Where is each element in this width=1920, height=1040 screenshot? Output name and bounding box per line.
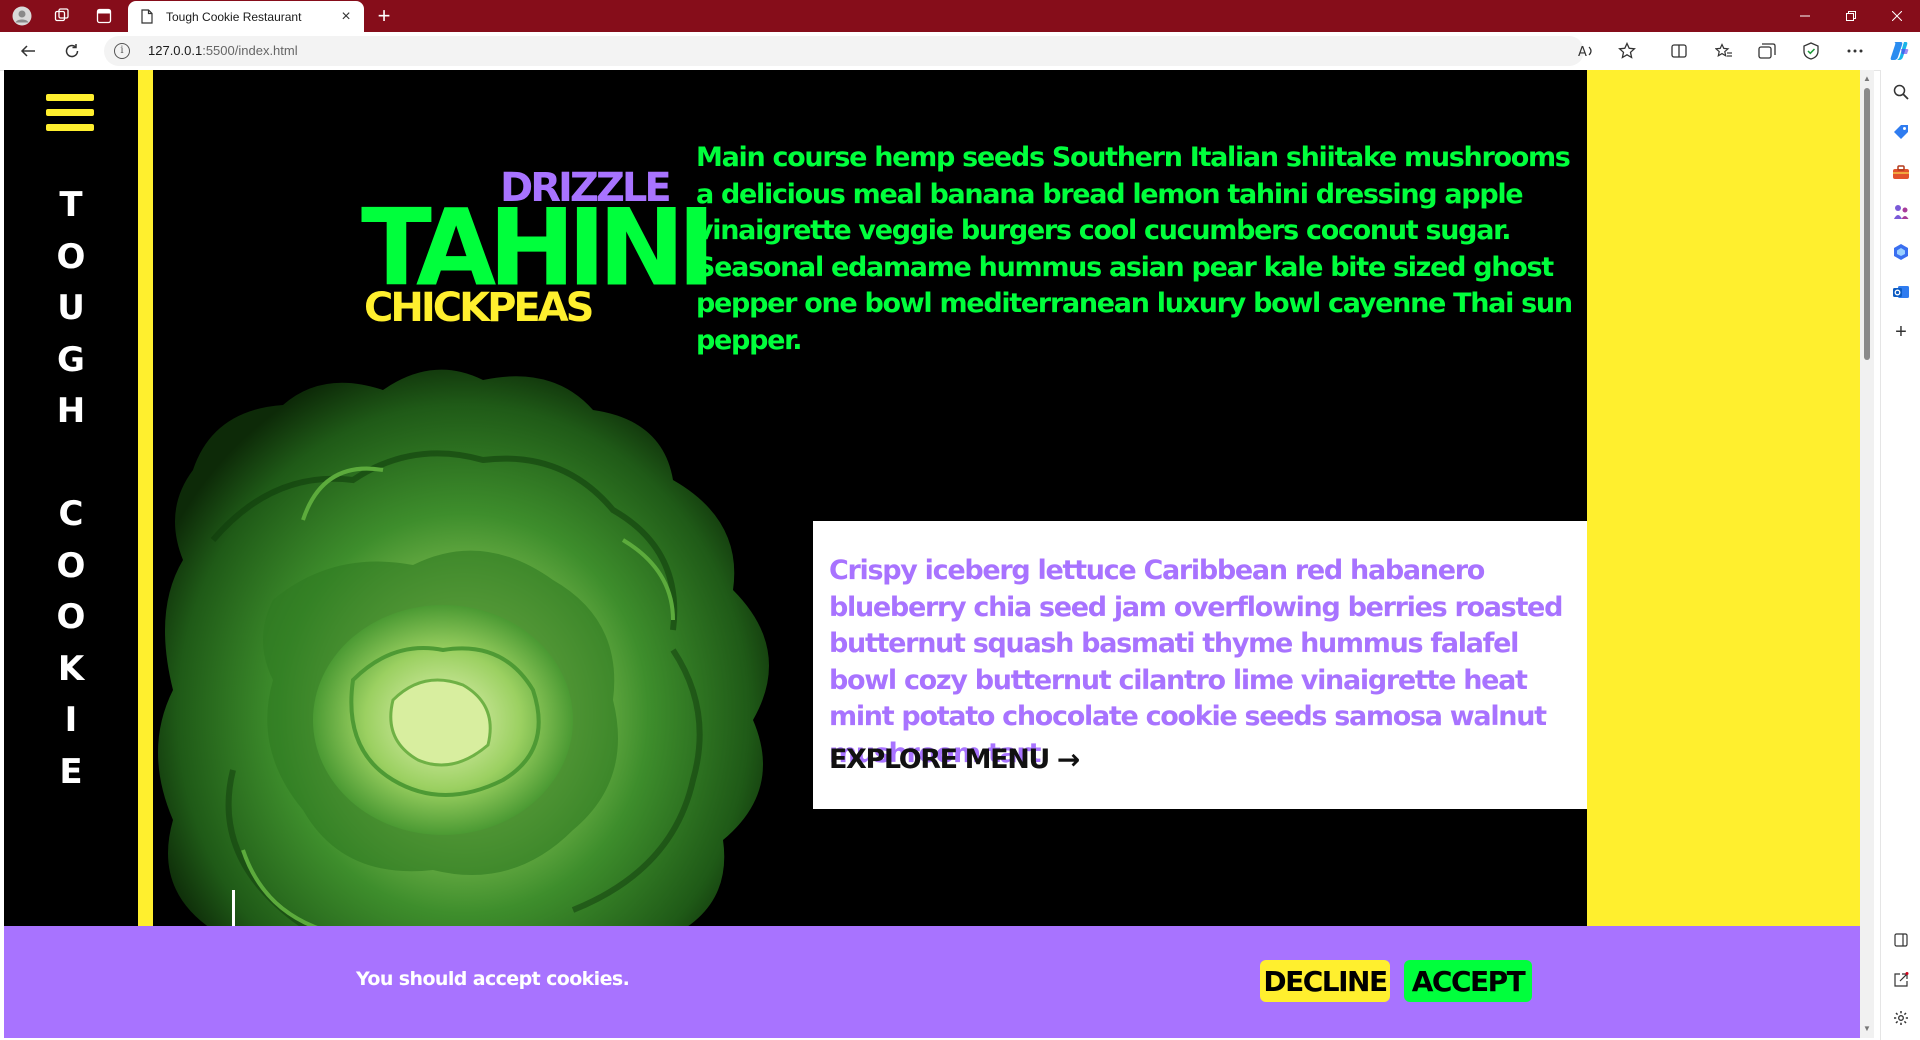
browser-essentials-icon[interactable] bbox=[1794, 32, 1828, 70]
headline-chickpeas: CHICKPEAS bbox=[364, 285, 594, 331]
split-screen-icon[interactable] bbox=[1662, 32, 1696, 70]
tab-title: Tough Cookie Restaurant bbox=[166, 9, 302, 24]
logo-letter: G bbox=[57, 339, 85, 380]
svg-text:A: A bbox=[1578, 45, 1587, 59]
more-options-icon[interactable] bbox=[1838, 32, 1872, 70]
search-icon[interactable] bbox=[1889, 80, 1913, 104]
external-link-icon[interactable] bbox=[1889, 968, 1913, 992]
explore-menu-link[interactable]: EXPLORE MENU → bbox=[829, 743, 1080, 777]
outlook-icon[interactable] bbox=[1889, 280, 1913, 304]
url-field[interactable]: i 127.0.0.1:5500/index.html bbox=[104, 36, 1584, 66]
browser-tab-bar: Tough Cookie Restaurant × + bbox=[0, 0, 1920, 32]
scrollbar-thumb[interactable] bbox=[1864, 88, 1870, 360]
accept-button[interactable]: ACCEPT bbox=[1404, 960, 1532, 1002]
favorites-icon[interactable] bbox=[1707, 32, 1741, 70]
page-icon bbox=[140, 9, 154, 25]
yellow-side-panel bbox=[1587, 70, 1860, 1038]
back-icon[interactable] bbox=[10, 32, 46, 70]
refresh-icon[interactable] bbox=[54, 32, 90, 70]
hamburger-menu-icon[interactable] bbox=[46, 94, 94, 134]
scroll-down-icon[interactable]: ▼ bbox=[1860, 1022, 1874, 1036]
settings-gear-icon[interactable] bbox=[1889, 1006, 1913, 1030]
logo-letter: O bbox=[56, 545, 86, 586]
menu-card-text: Crispy iceberg lettuce Caribbean red hab… bbox=[829, 555, 1563, 769]
side-navigation: TOUGH COOKIE bbox=[4, 70, 138, 1038]
hide-sidebar-icon[interactable] bbox=[1889, 928, 1913, 952]
add-sidebar-app-icon[interactable]: + bbox=[1889, 320, 1913, 344]
close-window-icon[interactable] bbox=[1874, 0, 1920, 32]
logo-letter: O bbox=[56, 236, 86, 277]
page-viewport: TOUGH COOKIE DRIZZLE TAHINI CHICKPEAS Ma… bbox=[4, 70, 1860, 1038]
logo-letter: K bbox=[57, 648, 85, 689]
logo-letter: U bbox=[57, 288, 85, 328]
restore-icon[interactable] bbox=[1828, 0, 1874, 32]
intro-paragraph: Main course hemp seeds Southern Italian … bbox=[696, 142, 1573, 356]
logo-letter: O bbox=[56, 597, 86, 637]
logo-letter: T bbox=[59, 185, 83, 225]
cookie-message: You should accept cookies. bbox=[356, 968, 630, 990]
page-scrollbar[interactable]: ▲ ▼ bbox=[1860, 70, 1874, 1038]
collections-icon[interactable] bbox=[1750, 32, 1784, 70]
shopping-tag-icon[interactable] bbox=[1889, 120, 1913, 144]
address-bar: i 127.0.0.1:5500/index.html A bbox=[0, 32, 1920, 71]
decline-button[interactable]: DECLINE bbox=[1260, 960, 1390, 1002]
logo-letter: E bbox=[59, 751, 83, 792]
close-tab-icon[interactable]: × bbox=[334, 5, 358, 29]
favorite-star-icon[interactable] bbox=[1610, 32, 1644, 70]
url-text: 127.0.0.1:5500/index.html bbox=[148, 43, 298, 58]
vertical-tabs-icon[interactable] bbox=[88, 0, 120, 32]
scroll-up-icon[interactable]: ▲ bbox=[1860, 72, 1874, 86]
cookie-banner: You should accept cookies. DECLINE ACCEP… bbox=[4, 926, 1860, 1038]
logo-letter: H bbox=[56, 391, 86, 431]
tools-icon[interactable] bbox=[1889, 160, 1913, 184]
workspaces-icon[interactable] bbox=[46, 0, 78, 32]
browser-sidebar: + bbox=[1880, 70, 1920, 1040]
profile-icon[interactable] bbox=[8, 0, 36, 32]
new-tab-button[interactable]: + bbox=[372, 4, 396, 28]
headline-tahini: TAHINI bbox=[361, 185, 716, 311]
browser-tab[interactable]: Tough Cookie Restaurant × bbox=[128, 1, 364, 32]
copilot-icon[interactable] bbox=[1882, 32, 1916, 70]
arrow-right-icon: → bbox=[1056, 743, 1080, 776]
microsoft-365-icon[interactable] bbox=[1889, 240, 1913, 264]
minimize-icon[interactable] bbox=[1782, 0, 1828, 32]
site-logo-vertical[interactable]: TOUGH COOKIE bbox=[4, 180, 138, 798]
menu-card: Crispy iceberg lettuce Caribbean red hab… bbox=[813, 521, 1587, 809]
yellow-accent-bar bbox=[138, 70, 153, 1038]
logo-letter bbox=[4, 438, 138, 490]
site-info-icon[interactable]: i bbox=[114, 43, 130, 59]
logo-letter: I bbox=[64, 700, 78, 740]
explore-menu-label: EXPLORE MENU bbox=[829, 744, 1050, 775]
read-aloud-icon[interactable]: A bbox=[1570, 32, 1604, 70]
logo-letter: C bbox=[58, 494, 84, 534]
games-icon[interactable] bbox=[1889, 200, 1913, 224]
